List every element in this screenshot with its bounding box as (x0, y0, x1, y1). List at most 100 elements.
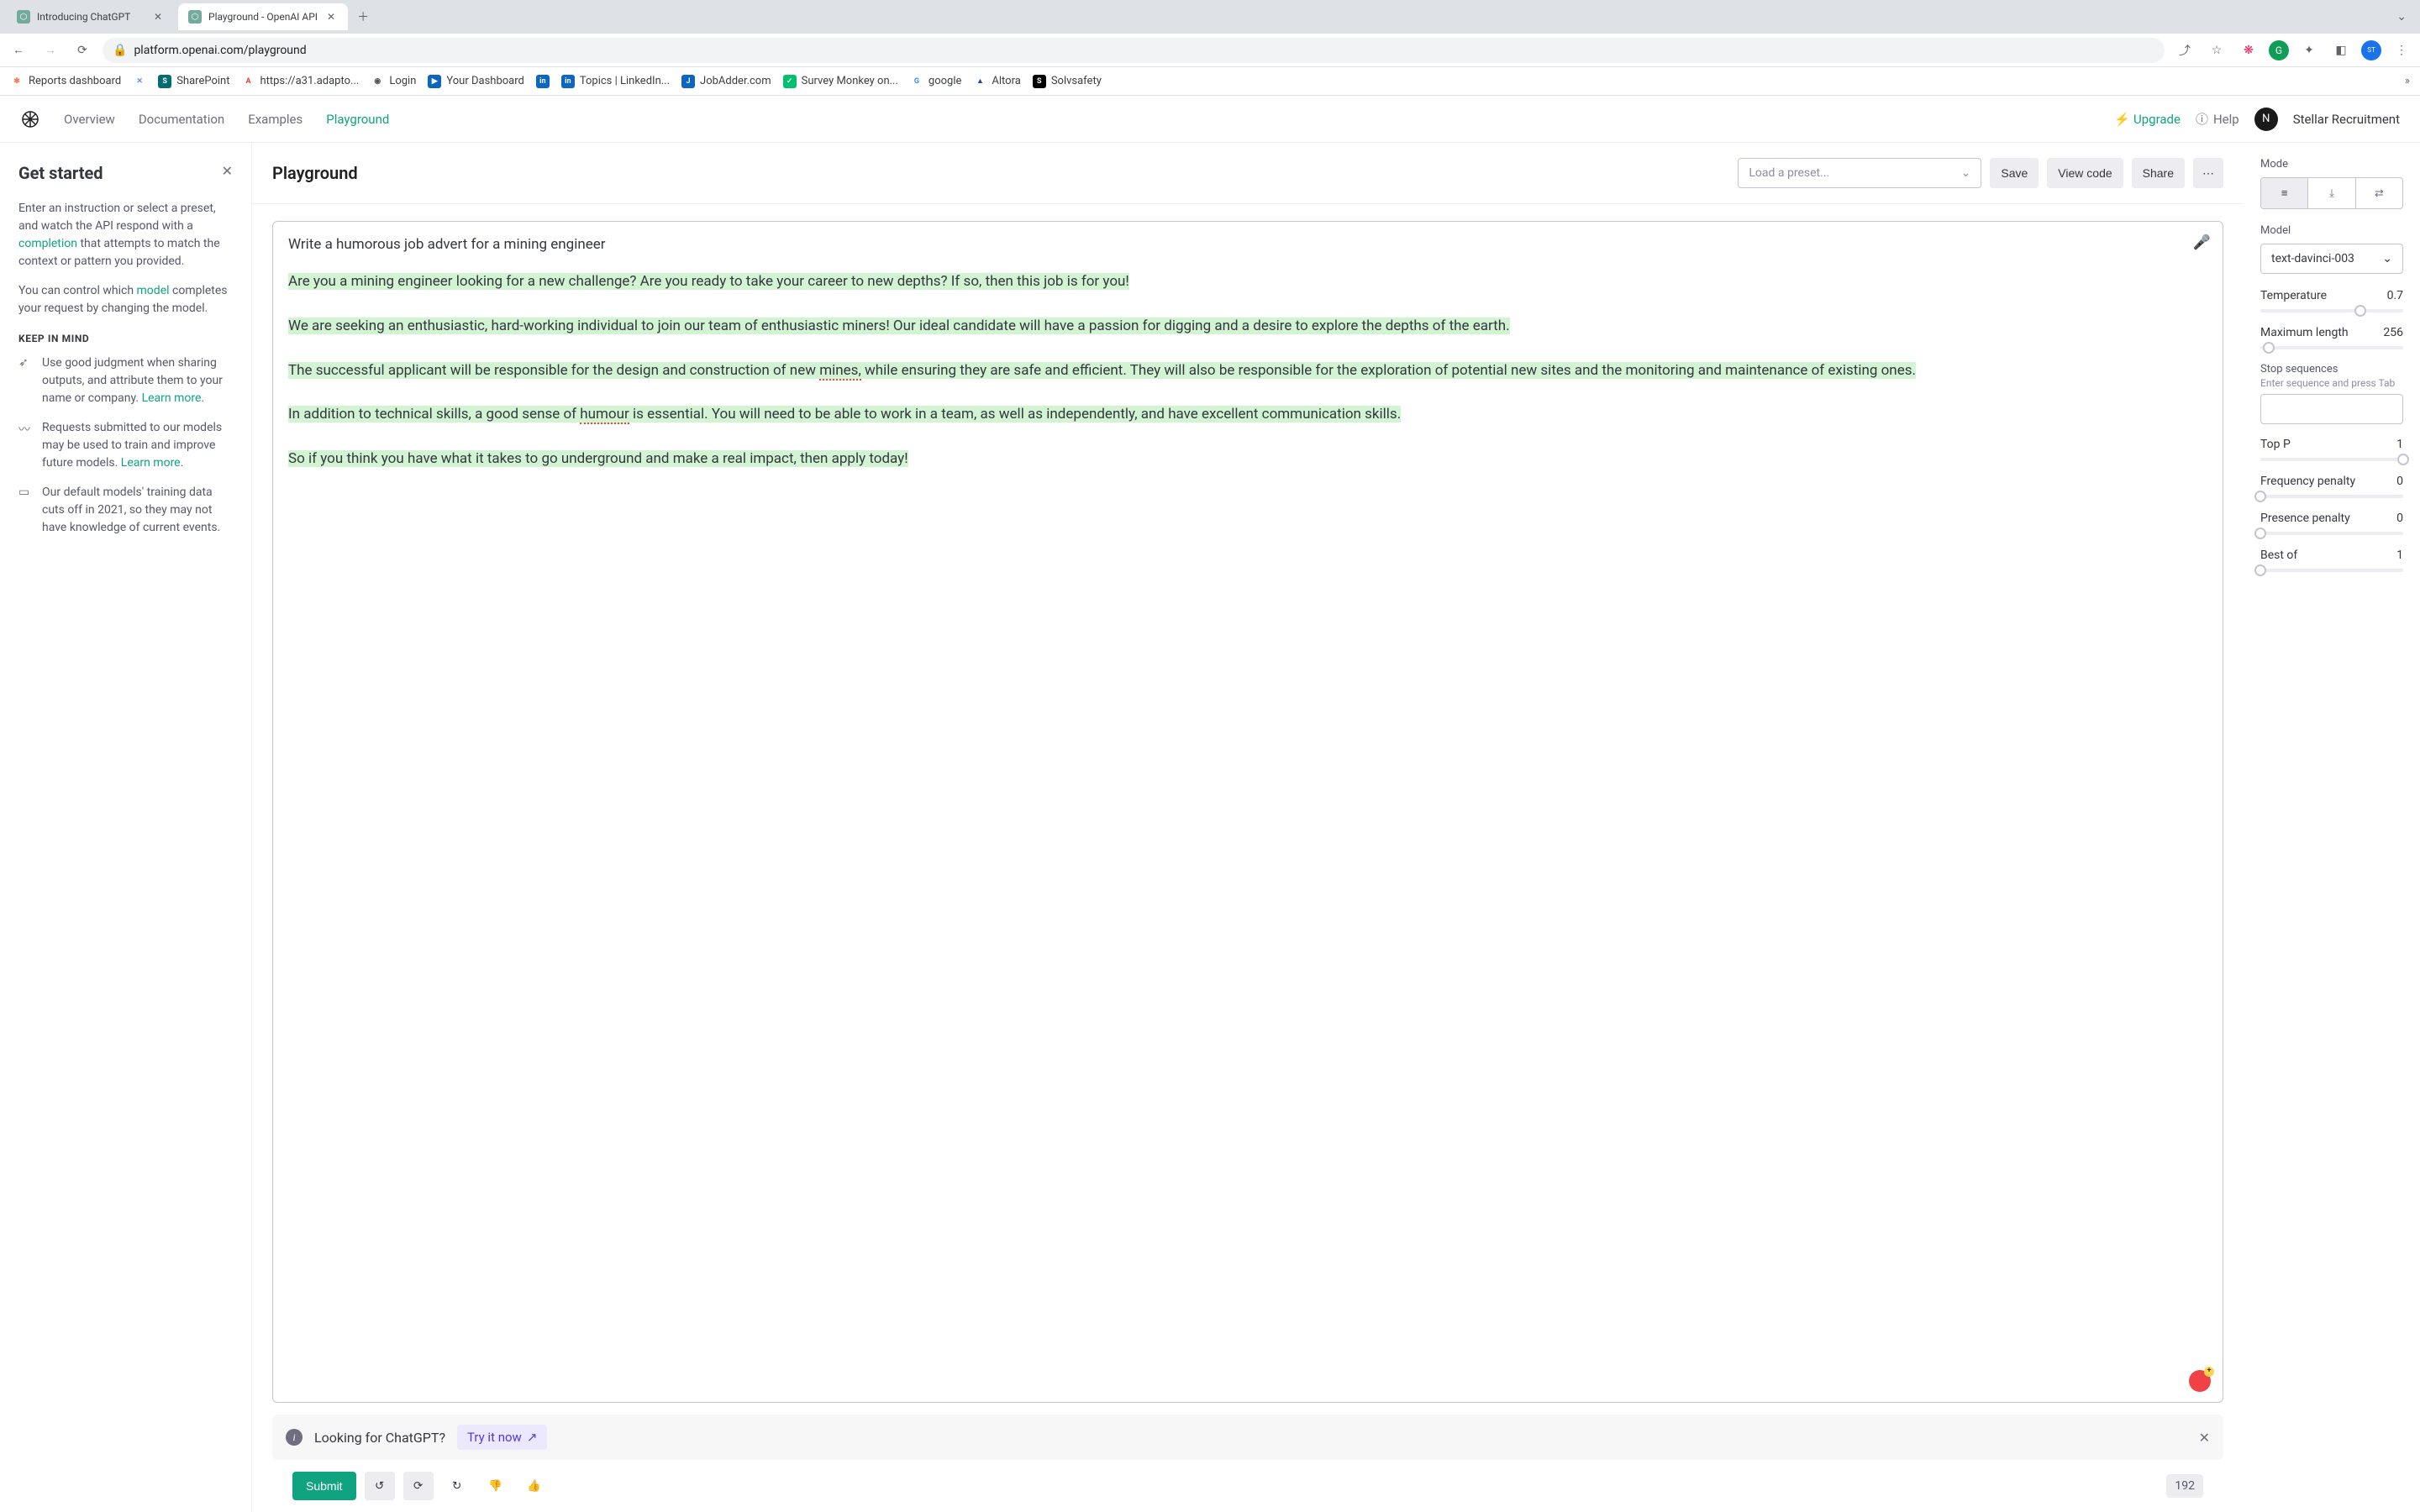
menu-icon[interactable]: ⋮ (2390, 39, 2413, 62)
record-badge-icon[interactable] (2189, 1370, 2211, 1392)
model-link[interactable]: model (137, 284, 170, 297)
thumbs-up-button[interactable]: 👍 (519, 1472, 550, 1500)
mode-label: Mode (2260, 158, 2403, 171)
tip-cutoff: ▭ Our default models' training data cuts… (18, 484, 233, 537)
sidebar-model-info: You can control which model completes yo… (18, 282, 233, 318)
regenerate-button[interactable]: ⟳ (403, 1472, 434, 1500)
maxlen-slider[interactable] (2260, 346, 2403, 349)
model-select[interactable]: text-davinci-003 ⌄ (2260, 244, 2403, 274)
page-title: Playground (272, 163, 358, 183)
forward-button[interactable]: → (39, 39, 62, 62)
share-button[interactable]: Share (2132, 158, 2185, 188)
bookmarks-bar: ✱Reports dashboard ✕ SSharePoint Ahttps:… (0, 67, 2420, 96)
mode-insert[interactable]: ⤓ (2307, 178, 2354, 208)
bookmark-jobadder[interactable]: JJobAdder.com (681, 75, 771, 88)
mode-edit[interactable]: ⇄ (2355, 178, 2402, 208)
save-button[interactable]: Save (1990, 158, 2039, 188)
freq-slider[interactable] (2260, 495, 2403, 498)
bookmark-adapto[interactable]: Ahttps://a31.adapto... (241, 75, 359, 88)
bookmark-google[interactable]: Ggoogle (910, 75, 961, 88)
browser-tab-playground[interactable]: ⬡ Playground - OpenAI API ✕ (178, 3, 348, 30)
close-icon[interactable]: ✕ (2199, 1430, 2210, 1446)
nav-playground[interactable]: Playground (326, 112, 389, 127)
bookmark-surveymonkey[interactable]: ✓Survey Monkey on... (783, 75, 898, 88)
extensions-icon[interactable]: ✦ (2297, 39, 2321, 62)
prompt-editor[interactable]: 🎤 Write a humorous job advert for a mini… (272, 221, 2223, 1403)
stop-label: Stop sequences (2260, 363, 2403, 375)
bookmarks-overflow-icon[interactable]: » (2405, 75, 2410, 87)
preset-placeholder: Load a preset... (1749, 166, 1829, 180)
completion-text: Are you a mining engineer looking for a … (288, 270, 2207, 470)
openai-favicon: ⬡ (17, 10, 30, 24)
bookmark-login[interactable]: ◉Login (371, 75, 416, 88)
bookmark-solvsafety[interactable]: SSolvsafety (1033, 75, 1102, 88)
tip-training: 〰 Requests submitted to our models may b… (18, 419, 233, 472)
maxlen-label: Maximum length (2260, 326, 2349, 339)
submit-button[interactable]: Submit (292, 1472, 356, 1500)
best-label: Best of (2260, 549, 2297, 562)
bookmark-altora[interactable]: ▲Altora (973, 75, 1020, 88)
profile-avatar[interactable]: ST (2361, 40, 2381, 60)
nav-documentation[interactable]: Documentation (139, 112, 224, 127)
help-button[interactable]: ⓘHelp (2196, 110, 2239, 128)
download-icon: ⤓ (2329, 187, 2334, 200)
nav-overview[interactable]: Overview (64, 112, 115, 127)
reload-button[interactable]: ⟳ (71, 39, 94, 62)
chatgpt-banner: i Looking for ChatGPT? Try it now↗ ✕ (272, 1415, 2223, 1460)
grammarly-icon[interactable]: G (2269, 40, 2289, 60)
topp-slider[interactable] (2260, 458, 2403, 461)
new-tab-button[interactable]: ＋ (351, 5, 375, 29)
browser-tab-chatgpt[interactable]: ⬡ Introducing ChatGPT ✕ (7, 3, 175, 30)
try-it-now-button[interactable]: Try it now↗ (457, 1425, 547, 1450)
maxlen-value: 256 (2383, 326, 2403, 339)
bookmark-item[interactable]: ✕ (133, 75, 146, 88)
best-slider[interactable] (2260, 569, 2403, 572)
external-link-icon: ↗ (527, 1430, 538, 1445)
chevron-down-icon: ⌄ (2382, 252, 2392, 265)
more-button[interactable]: ⋯ (2193, 158, 2223, 188)
tip-attribution: ➶ Use good judgment when sharing outputs… (18, 354, 233, 407)
bookmark-topics[interactable]: inTopics | LinkedIn... (561, 75, 670, 88)
share-icon[interactable]: ⤴ (2173, 39, 2196, 62)
temperature-label: Temperature (2260, 289, 2327, 302)
undo-button[interactable]: ↺ (365, 1472, 395, 1500)
pres-slider[interactable] (2260, 532, 2403, 535)
model-label: Model (2260, 224, 2403, 237)
learn-more-link[interactable]: Learn more (142, 391, 202, 405)
close-icon[interactable]: ✕ (324, 10, 338, 24)
close-icon[interactable]: ✕ (222, 163, 233, 179)
thumbs-up-icon: 👍 (527, 1479, 541, 1493)
openai-logo-icon[interactable] (20, 109, 40, 129)
preset-select[interactable]: Load a preset... ⌄ (1738, 158, 1981, 188)
star-icon[interactable]: ☆ (2205, 39, 2228, 62)
mode-complete[interactable]: ≡ (2261, 178, 2307, 208)
extension-icon[interactable]: ❋ (2237, 39, 2260, 62)
more-icon: ⋯ (2202, 166, 2214, 181)
bookmark-sharepoint[interactable]: SSharePoint (158, 75, 229, 88)
learn-more-link[interactable]: Learn more (121, 456, 181, 470)
temperature-slider[interactable] (2260, 309, 2403, 312)
close-icon[interactable]: ✕ (151, 10, 165, 24)
bookmark-reports[interactable]: ✱Reports dashboard (10, 75, 121, 88)
completion-link[interactable]: completion (18, 237, 77, 250)
view-code-button[interactable]: View code (2047, 158, 2123, 188)
sidepanel-icon[interactable]: ◧ (2329, 39, 2353, 62)
microphone-icon[interactable]: 🎤 (2193, 232, 2211, 254)
bookmark-linkedin[interactable]: in (536, 75, 550, 88)
back-button[interactable]: ← (7, 39, 30, 62)
stop-sequences-input[interactable] (2260, 394, 2403, 424)
url-input[interactable]: 🔒 platform.openai.com/playground (103, 38, 2165, 63)
playground-center: Playground Load a preset... ⌄ Save View … (252, 143, 2244, 1512)
bookmark-dashboard[interactable]: ▶Your Dashboard (428, 75, 523, 88)
nav-examples[interactable]: Examples (248, 112, 302, 127)
info-icon: i (286, 1429, 302, 1446)
upgrade-button[interactable]: ⚡Upgrade (2114, 112, 2181, 127)
history-button[interactable]: ↻ (442, 1472, 472, 1500)
share-icon: ➶ (18, 356, 34, 407)
prompt-text: Write a humorous job advert for a mining… (288, 234, 2207, 255)
help-icon: ⓘ (2196, 110, 2208, 128)
thumbs-down-button[interactable]: 👎 (481, 1472, 511, 1500)
freq-label: Frequency penalty (2260, 475, 2355, 488)
tab-overflow-icon[interactable]: ⌄ (2390, 7, 2413, 27)
avatar[interactable]: N (2254, 108, 2278, 131)
